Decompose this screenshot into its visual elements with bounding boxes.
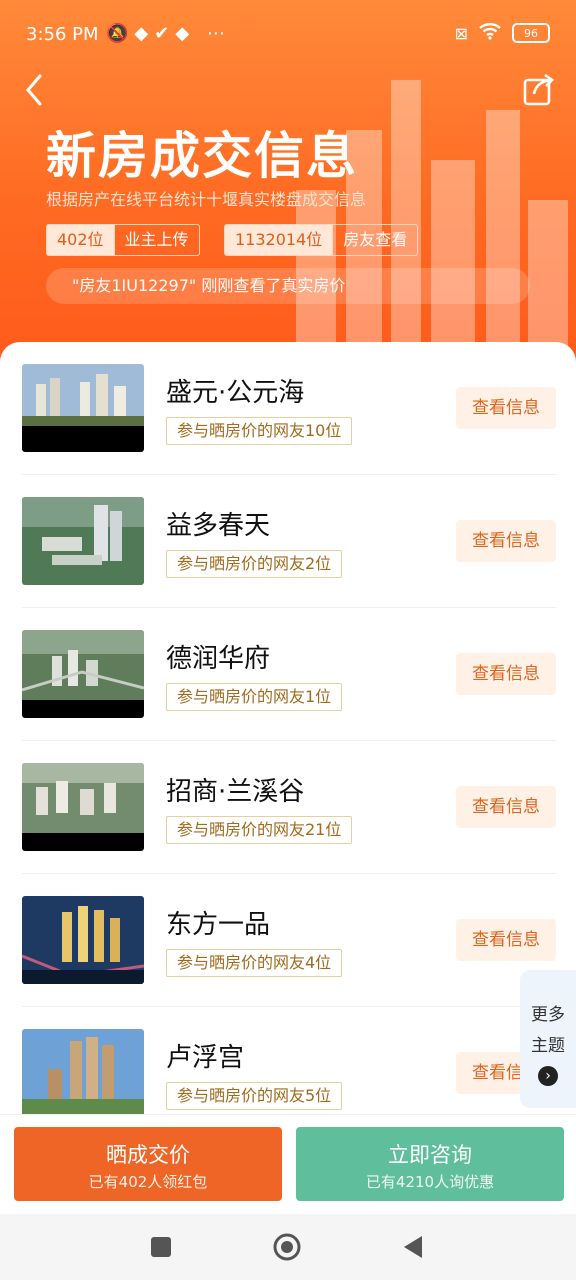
list-item[interactable]: 德润华府 参与晒房价的网友1位 查看信息 bbox=[0, 608, 576, 741]
more-topics-line1: 更多 bbox=[531, 1005, 565, 1025]
building-thumbnail bbox=[22, 364, 144, 452]
chevron-left-icon bbox=[26, 74, 42, 106]
share-icon bbox=[523, 73, 555, 106]
bottom-action-bar: 晒成交价 已有402人领红包 立即咨询 已有4210人询优惠 bbox=[0, 1114, 576, 1215]
share-button[interactable] bbox=[518, 70, 558, 110]
building-thumbnail bbox=[22, 1029, 144, 1117]
consult-title: 立即咨询 bbox=[388, 1143, 472, 1167]
chevron-right-icon: › bbox=[538, 1066, 558, 1086]
triangle-back-icon bbox=[404, 1236, 422, 1258]
listing-name: 盛元·公元海 bbox=[166, 378, 305, 408]
participant-tag: 参与晒房价的网友10位 bbox=[166, 417, 353, 445]
building-thumbnail bbox=[22, 630, 144, 718]
stat-label: 业主上传 bbox=[113, 225, 199, 255]
view-info-button[interactable]: 查看信息 bbox=[456, 520, 556, 562]
back-button[interactable] bbox=[16, 70, 56, 110]
participant-tag: 参与晒房价的网友5位 bbox=[166, 1082, 343, 1110]
listing-name: 招商·兰溪谷 bbox=[166, 777, 305, 807]
view-info-button[interactable]: 查看信息 bbox=[456, 653, 556, 695]
share-price-subtitle: 已有402人领红包 bbox=[88, 1173, 208, 1191]
wifi-icon bbox=[478, 22, 502, 44]
list-item[interactable]: 东方一品 参与晒房价的网友4位 查看信息 bbox=[0, 874, 576, 1007]
participant-tag: 参与晒房价的网友1位 bbox=[166, 683, 343, 711]
home-circle-icon bbox=[273, 1233, 301, 1261]
page-subtitle: 根据房产在线平台统计十堰真实楼盘成交信息 bbox=[46, 190, 367, 209]
listing-name: 益多春天 bbox=[166, 511, 271, 541]
view-info-button[interactable]: 查看信息 bbox=[456, 387, 556, 429]
square-icon bbox=[151, 1237, 171, 1257]
share-price-title: 晒成交价 bbox=[106, 1143, 190, 1167]
activity-ticker: "房友1IU12297" 刚刚查看了真实房价 bbox=[46, 268, 530, 304]
header-banner: 3:56 PM 🔕◆✔◆ ⋯ ⊠ 96 新房成交信息 根据房产在线平台统计十堰真… bbox=[0, 0, 576, 370]
status-time: 3:56 PM bbox=[26, 24, 99, 45]
view-info-button[interactable]: 查看信息 bbox=[456, 919, 556, 961]
status-bar: 3:56 PM 🔕◆✔◆ ⋯ ⊠ 96 bbox=[0, 0, 576, 70]
recent-apps-button[interactable] bbox=[146, 1232, 176, 1262]
sim-off-icon: ⊠ bbox=[454, 23, 468, 43]
more-topics-tab[interactable]: 更多 主题 › bbox=[520, 970, 576, 1108]
stat-number: 402位 bbox=[47, 225, 114, 255]
stat-uploads: 402位 业主上传 bbox=[46, 224, 200, 256]
list-item[interactable]: 益多春天 参与晒房价的网友2位 查看信息 bbox=[0, 475, 576, 608]
page-title: 新房成交信息 bbox=[46, 127, 358, 185]
listing-name: 卢浮宫 bbox=[166, 1043, 245, 1073]
battery-icon: 96 bbox=[512, 23, 550, 43]
listing-name: 德润华府 bbox=[166, 644, 271, 674]
home-button[interactable] bbox=[272, 1232, 302, 1262]
stat-views: 1132014位 房友查看 bbox=[224, 224, 419, 256]
listing-list: 盛元·公元海 参与晒房价的网友10位 查看信息 益多春天 参与晒房价的网友2位 … bbox=[0, 342, 576, 1118]
participant-tag: 参与晒房价的网友4位 bbox=[166, 949, 343, 977]
system-icons: ⊠ 96 bbox=[455, 22, 550, 44]
participant-tag: 参与晒房价的网友2位 bbox=[166, 550, 343, 578]
building-thumbnail bbox=[22, 763, 144, 851]
list-item[interactable]: 招商·兰溪谷 参与晒房价的网友21位 查看信息 bbox=[0, 741, 576, 874]
building-thumbnail bbox=[22, 896, 144, 984]
list-item[interactable]: 卢浮宫 参与晒房价的网友5位 查看信息 bbox=[0, 1007, 576, 1118]
back-nav-button[interactable] bbox=[398, 1232, 428, 1262]
share-price-button[interactable]: 晒成交价 已有402人领红包 bbox=[14, 1127, 282, 1201]
notification-icons: 🔕◆✔◆ ⋯ bbox=[106, 23, 231, 44]
list-item[interactable]: 盛元·公元海 参与晒房价的网友10位 查看信息 bbox=[0, 342, 576, 475]
more-topics-line2: 主题 bbox=[531, 1036, 565, 1056]
consult-subtitle: 已有4210人询优惠 bbox=[365, 1173, 495, 1191]
stat-number: 1132014位 bbox=[225, 225, 333, 255]
stat-label: 房友查看 bbox=[332, 225, 417, 255]
listing-name: 东方一品 bbox=[166, 910, 271, 940]
view-info-button[interactable]: 查看信息 bbox=[456, 786, 556, 828]
participant-tag: 参与晒房价的网友21位 bbox=[166, 816, 353, 844]
building-thumbnail bbox=[22, 497, 144, 585]
consult-button[interactable]: 立即咨询 已有4210人询优惠 bbox=[296, 1127, 564, 1201]
system-nav-bar bbox=[0, 1214, 576, 1280]
